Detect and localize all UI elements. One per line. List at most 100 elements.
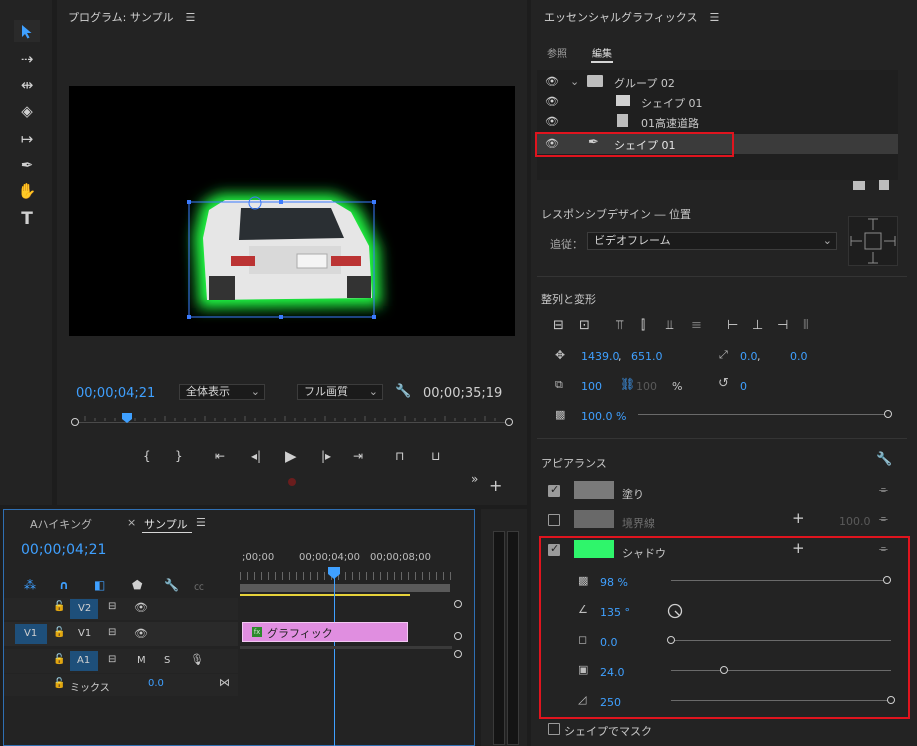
timeline-ruler[interactable]: ;00;00 00;00;04;00 00;00;08;00 [240, 550, 452, 596]
opacity-slider-track[interactable] [638, 414, 888, 415]
shadow-distance-slider-track[interactable] [671, 640, 891, 641]
angle-dial-icon[interactable] [667, 603, 683, 619]
shadow-size-slider-track[interactable] [671, 670, 891, 671]
settings-wrench-icon[interactable]: 🔧 [395, 384, 411, 399]
shadow-color-swatch[interactable] [574, 540, 614, 558]
timeline-timecode[interactable]: 00;00;04;21 [21, 542, 106, 558]
distribute-horizontal-icon[interactable]: ⦀ [803, 318, 809, 333]
panel-menu-icon[interactable]: ☰ [196, 516, 206, 529]
opacity-slider-knob[interactable] [884, 410, 892, 418]
scrub-start-handle[interactable] [71, 418, 79, 426]
sync-lock-icon[interactable]: ⊟ [108, 627, 116, 638]
shadow-distance-slider-knob[interactable] [667, 636, 675, 644]
add-marker-icon[interactable]: ⬟ [132, 578, 142, 592]
align-center-icon[interactable]: ⊥ [752, 318, 763, 333]
solo-button[interactable]: S [164, 655, 170, 666]
layer-row-group[interactable]: 👁 ⌄ グループ 02 [537, 72, 898, 92]
shadow-distance-value[interactable]: 0.0 [600, 636, 618, 649]
mask-with-shape-checkbox[interactable] [548, 723, 560, 735]
anchor-x-value[interactable]: 0.0 [740, 350, 758, 363]
pen-tool-icon[interactable]: ✒ [14, 154, 40, 176]
anchor-y-value[interactable]: 0.0 [790, 350, 808, 363]
eye-icon[interactable]: 👁 [545, 96, 559, 107]
linked-selection-icon[interactable]: ◧ [94, 578, 105, 592]
lift-button[interactable]: ⊓ [395, 449, 404, 463]
link-scale-icon[interactable]: ⛓ [620, 377, 635, 391]
program-current-timecode[interactable]: 00;00;04;21 [76, 386, 155, 401]
lock-icon[interactable]: 🔓 [53, 601, 65, 612]
eye-icon[interactable]: 👁 [545, 76, 559, 87]
shadow-blur-slider-knob[interactable] [887, 696, 895, 704]
layer-row-clip[interactable]: 👁 01高速道路 [537, 112, 898, 132]
ripple-edit-tool-icon[interactable]: ⇹ [14, 74, 40, 96]
vertical-zoom-knob[interactable] [454, 600, 462, 608]
timeline-tab-active[interactable]: サンプル [144, 516, 188, 532]
step-back-button[interactable]: ◂| [251, 449, 261, 463]
eyedropper-icon[interactable]: ⌯ [879, 512, 888, 526]
mix-volume-value[interactable]: 0.0 [148, 678, 164, 689]
align-horizontal-center-icon[interactable]: ⊡ [579, 318, 590, 333]
playback-quality-select[interactable]: フル画質 ⌄ [297, 384, 383, 400]
razor-tool-icon[interactable]: ◈ [14, 100, 40, 122]
scrub-end-handle[interactable] [505, 418, 513, 426]
step-forward-button[interactable]: |▸ [321, 449, 331, 463]
stroke-checkbox[interactable] [548, 514, 560, 526]
close-tab-icon[interactable]: × [127, 516, 136, 529]
timeline-tab-inactive[interactable]: Aハイキング [30, 516, 92, 532]
lock-icon[interactable]: 🔓 [53, 678, 65, 689]
shadow-size-slider-knob[interactable] [719, 666, 728, 674]
chevron-down-icon[interactable]: ⌄ [570, 75, 579, 88]
shadow-opacity-slider-knob[interactable] [882, 576, 891, 584]
button-editor-plus-icon[interactable]: + [489, 476, 502, 495]
sync-lock-icon[interactable]: ⊟ [108, 654, 116, 665]
align-right-icon[interactable]: ⊣ [777, 318, 788, 333]
panel-menu-icon[interactable]: ☰ [709, 11, 719, 24]
position-x-value[interactable]: 1439.0 [581, 350, 620, 363]
zoom-level-select[interactable]: 全体表示 ⌄ [179, 384, 265, 400]
align-vertical-center-icon[interactable]: ⊟ [553, 318, 564, 333]
position-y-value[interactable]: 651.0 [631, 350, 663, 363]
eyedropper-icon[interactable]: ⌯ [879, 542, 888, 556]
work-area-bar[interactable] [240, 584, 450, 592]
add-stroke-plus-icon[interactable]: + [792, 509, 805, 527]
extract-button[interactable]: ⊔ [431, 449, 440, 463]
record-icon[interactable] [288, 478, 296, 486]
go-to-end-icon[interactable]: ⋈ [219, 676, 230, 689]
tab-edit[interactable]: 編集 [592, 45, 612, 60]
eyedropper-icon[interactable]: ⌯ [879, 483, 888, 497]
eye-icon[interactable]: 👁 [134, 601, 148, 614]
fill-checkbox[interactable] [548, 483, 560, 497]
snap-magnet-icon[interactable]: ∩ [59, 578, 69, 592]
align-middle-icon[interactable]: ⫿ [641, 318, 645, 333]
hand-tool-icon[interactable]: ✋ [14, 180, 40, 202]
timeline-settings-wrench-icon[interactable]: 🔧 [164, 578, 179, 592]
go-to-out-button[interactable]: ⇥ [353, 449, 363, 463]
scrub-bar[interactable] [71, 413, 513, 430]
follow-target-select[interactable]: ビデオフレーム ⌄ [587, 232, 837, 250]
shadow-opacity-slider-track[interactable] [671, 580, 891, 581]
add-shadow-plus-icon[interactable]: + [792, 539, 805, 557]
vertical-zoom-knob[interactable] [454, 632, 462, 640]
eye-icon[interactable]: 👁 [545, 116, 559, 127]
appearance-settings-wrench-icon[interactable]: 🔧 [876, 452, 892, 467]
track-select-tool-icon[interactable]: ⇢ [14, 48, 40, 70]
more-buttons-icon[interactable]: » [471, 472, 478, 486]
new-layer-icon[interactable] [879, 180, 889, 190]
layer-row-shape-in-group[interactable]: 👁 シェイプ 01 [537, 92, 898, 112]
go-to-in-button[interactable]: ⇤ [215, 449, 225, 463]
new-group-folder-icon[interactable] [853, 181, 865, 190]
graphic-clip[interactable]: fx グラフィック [242, 622, 408, 642]
opacity-value[interactable]: 100.0 % [581, 410, 626, 423]
shadow-angle-value[interactable]: 135 ° [600, 606, 630, 619]
distribute-vertical-icon[interactable]: ≡ [691, 318, 702, 333]
stroke-color-swatch[interactable] [574, 510, 614, 528]
type-tool-icon[interactable]: T [14, 208, 40, 230]
fill-color-swatch[interactable] [574, 481, 614, 499]
lock-icon[interactable]: 🔓 [53, 627, 65, 638]
align-top-icon[interactable]: ⫪ [616, 318, 623, 333]
slip-tool-icon[interactable]: ↦ [14, 128, 40, 150]
vertical-zoom-knob[interactable] [454, 650, 462, 658]
snap-in-sequence-icon[interactable]: ⁂ [24, 578, 36, 592]
panel-menu-icon[interactable]: ☰ [186, 11, 196, 24]
microphone-icon[interactable]: 🎙 [190, 653, 204, 666]
